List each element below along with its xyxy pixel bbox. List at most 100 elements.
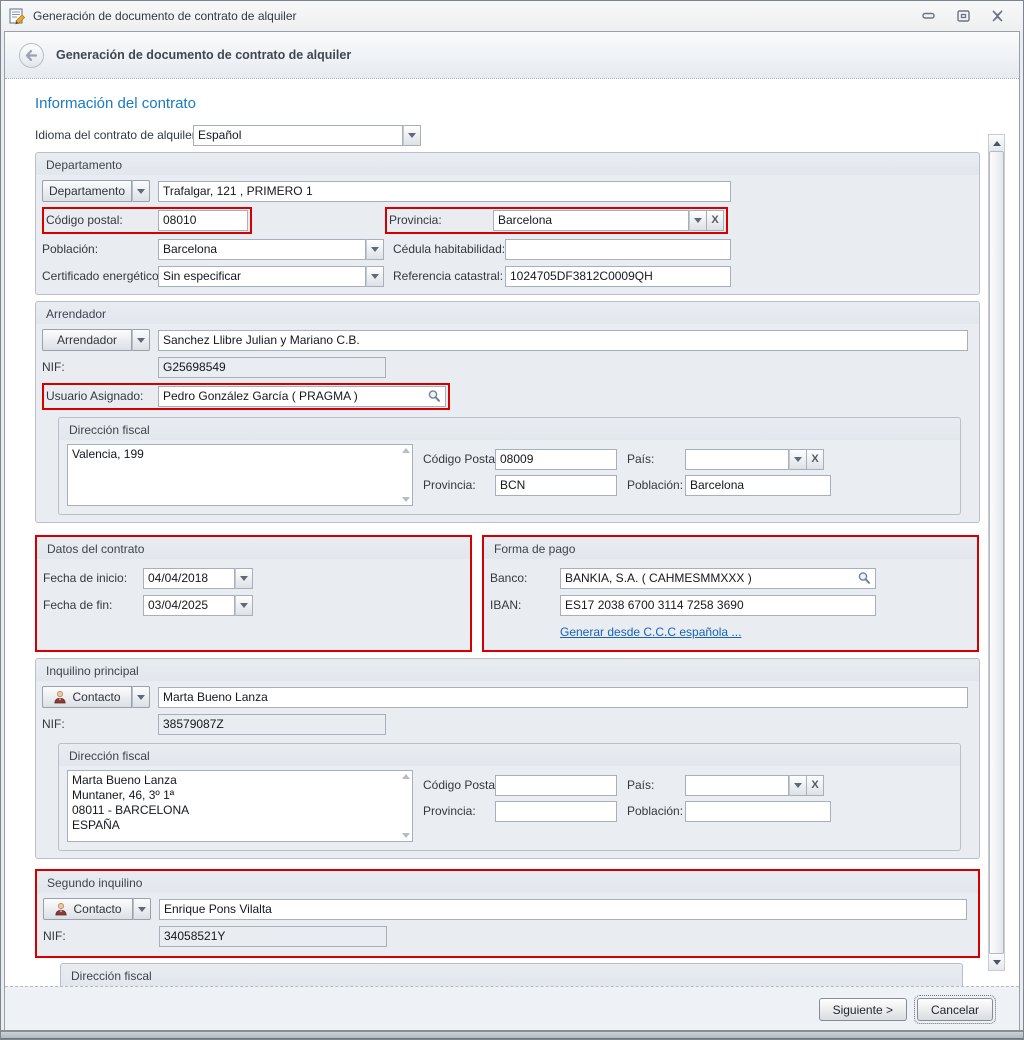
segundo-value-field[interactable]: Enrique Pons Vilalta <box>159 898 967 920</box>
inquilino-contacto-button[interactable]: Contacto <box>42 686 150 708</box>
chevron-down-icon <box>137 694 145 700</box>
provincia-clear-button[interactable]: X <box>707 209 724 231</box>
chevron-down-icon <box>138 906 146 912</box>
usuario-asignado-lookup[interactable]: Pedro González García ( PRAGMA ) <box>158 385 446 407</box>
scrollbar-down-button[interactable] <box>989 954 1004 970</box>
textarea-scrollbar[interactable] <box>399 445 412 505</box>
cp-input[interactable] <box>495 774 617 796</box>
pob-label: Población: <box>627 478 684 492</box>
restore-button[interactable] <box>953 7 973 25</box>
group-segundo-title: Segundo inquilino <box>37 871 978 893</box>
textarea-scrollbar[interactable] <box>399 771 412 841</box>
fecha-fin-datepicker[interactable]: 03/04/2025 <box>143 594 253 616</box>
generar-ccc-link[interactable]: Generar desde C.C.C española ... <box>560 625 741 639</box>
pais-value[interactable] <box>685 448 789 470</box>
fecha-fin-value[interactable]: 03/04/2025 <box>143 594 235 616</box>
fecha-inicio-datepicker[interactable]: 04/04/2018 <box>143 567 253 589</box>
inquilino-nif-label: NIF: <box>42 717 65 731</box>
language-dropdown-button[interactable] <box>403 124 421 146</box>
codigo-postal-input[interactable]: 08010 <box>158 209 248 231</box>
back-button[interactable] <box>19 42 44 68</box>
search-icon[interactable] <box>853 569 875 588</box>
chevron-down-icon <box>240 575 248 581</box>
siguiente-button[interactable]: Siguiente > <box>818 998 907 1021</box>
group-arrendador: Arrendador Arrendador Sanchez Llibre Jul… <box>35 301 980 523</box>
person-icon <box>55 903 68 916</box>
search-icon[interactable] <box>423 387 445 406</box>
pob-input[interactable]: Barcelona <box>685 474 831 496</box>
departamento-selector-button[interactable]: Departamento <box>42 180 150 202</box>
cedula-input[interactable] <box>505 238 731 260</box>
arrendador-selector-button[interactable]: Arrendador <box>42 329 150 351</box>
pais-combo[interactable]: X <box>685 774 824 796</box>
pob-input[interactable] <box>685 800 831 822</box>
poblacion-dropdown-button[interactable] <box>366 238 384 260</box>
dialog-frame: Generación de documento de contrato de a… <box>4 31 1020 1030</box>
segundo-contacto-button[interactable]: Contacto <box>43 898 151 920</box>
referencia-input[interactable]: 1024705DF3812C0009QH <box>505 265 731 287</box>
arrendador-direccion-fiscal: Dirección fiscal Valencia, 199 Código Po… <box>58 417 961 515</box>
chevron-down-icon <box>408 132 416 138</box>
poblacion-combo[interactable]: Barcelona <box>158 238 384 260</box>
certificado-combo[interactable]: Sin especificar <box>158 265 384 287</box>
referencia-label: Referencia catastral: <box>393 269 504 283</box>
scroll-up-icon <box>401 448 410 453</box>
provincia-value[interactable]: Barcelona <box>493 209 689 231</box>
prov-input[interactable]: BCN <box>495 474 617 496</box>
language-value[interactable]: Español <box>193 124 403 146</box>
cp-input[interactable]: 08009 <box>495 448 617 470</box>
close-button[interactable] <box>987 7 1007 25</box>
scroll-down-icon <box>401 497 410 502</box>
pais-value[interactable] <box>685 774 789 796</box>
vertical-scrollbar[interactable] <box>988 134 1005 971</box>
scrollbar-up-button[interactable] <box>989 135 1004 151</box>
inquilino-contacto-dropdown[interactable] <box>132 686 150 708</box>
iban-input[interactable]: ES17 2038 6700 3114 7258 3690 <box>560 594 876 616</box>
arrendador-selector-dropdown[interactable] <box>132 329 150 351</box>
cedula-label: Cédula habitabilidad: <box>393 242 506 256</box>
pob-label: Población: <box>627 804 684 818</box>
arrendador-address-textarea[interactable]: Valencia, 199 <box>67 444 413 506</box>
banco-label: Banco: <box>490 571 528 585</box>
certificado-dropdown-button[interactable] <box>366 265 384 287</box>
pais-clear-button[interactable]: X <box>807 774 824 796</box>
pais-combo[interactable]: X <box>685 448 824 470</box>
wizard-header: Generación de documento de contrato de a… <box>5 32 1019 79</box>
document-pen-icon <box>9 8 26 25</box>
departamento-value-field[interactable]: Trafalgar, 121 , PRIMERO 1 <box>158 180 731 202</box>
arrendador-nif-input[interactable]: G25698549 <box>158 356 386 378</box>
prov-input[interactable] <box>495 800 617 822</box>
provincia-combo[interactable]: Barcelona X <box>493 209 724 231</box>
inquilino-address-textarea[interactable]: Marta Bueno Lanza Muntaner, 46, 3º 1ª 08… <box>67 770 413 842</box>
inquilino-value-field[interactable]: Marta Bueno Lanza <box>158 686 968 708</box>
language-combo[interactable]: Español <box>193 124 421 146</box>
fecha-inicio-value[interactable]: 04/04/2018 <box>143 567 235 589</box>
person-icon <box>54 691 67 704</box>
certificado-value[interactable]: Sin especificar <box>158 265 366 287</box>
pais-clear-button[interactable]: X <box>807 448 824 470</box>
banco-lookup[interactable]: BANKIA, S.A. ( CAHMESMMXXX ) <box>560 567 876 589</box>
departamento-selector-dropdown[interactable] <box>132 180 150 202</box>
segundo-nif-input[interactable]: 34058521Y <box>159 925 387 947</box>
pais-dropdown-button[interactable] <box>789 448 807 470</box>
scrollbar-track[interactable] <box>989 151 1004 954</box>
fecha-fin-dropdown-button[interactable] <box>235 594 253 616</box>
fecha-inicio-dropdown-button[interactable] <box>235 567 253 589</box>
group-departamento: Departamento Departamento Trafalgar, 121… <box>35 152 980 295</box>
inquilino-nif-input[interactable]: 38579087Z <box>158 713 386 735</box>
inquilino-direccion-title: Dirección fiscal <box>59 744 960 766</box>
arrendador-value-field[interactable]: Sanchez Llibre Julian y Mariano C.B. <box>158 329 968 351</box>
pais-dropdown-button[interactable] <box>789 774 807 796</box>
poblacion-value[interactable]: Barcelona <box>158 238 366 260</box>
chevron-down-icon <box>371 246 379 252</box>
language-label: Idioma del contrato de alquiler: <box>35 128 200 142</box>
provincia-dropdown-button[interactable] <box>689 209 707 231</box>
minimize-button[interactable] <box>919 7 939 25</box>
form-content: Información del contrato Idioma del cont… <box>5 79 1019 986</box>
cancelar-button[interactable]: Cancelar <box>913 995 997 1024</box>
scrollbar-thumb[interactable] <box>989 151 1004 954</box>
segundo-contacto-dropdown[interactable] <box>133 898 151 920</box>
chevron-down-icon <box>240 602 248 608</box>
window-title: Generación de documento de contrato de a… <box>33 9 297 23</box>
chevron-down-icon <box>137 188 145 194</box>
